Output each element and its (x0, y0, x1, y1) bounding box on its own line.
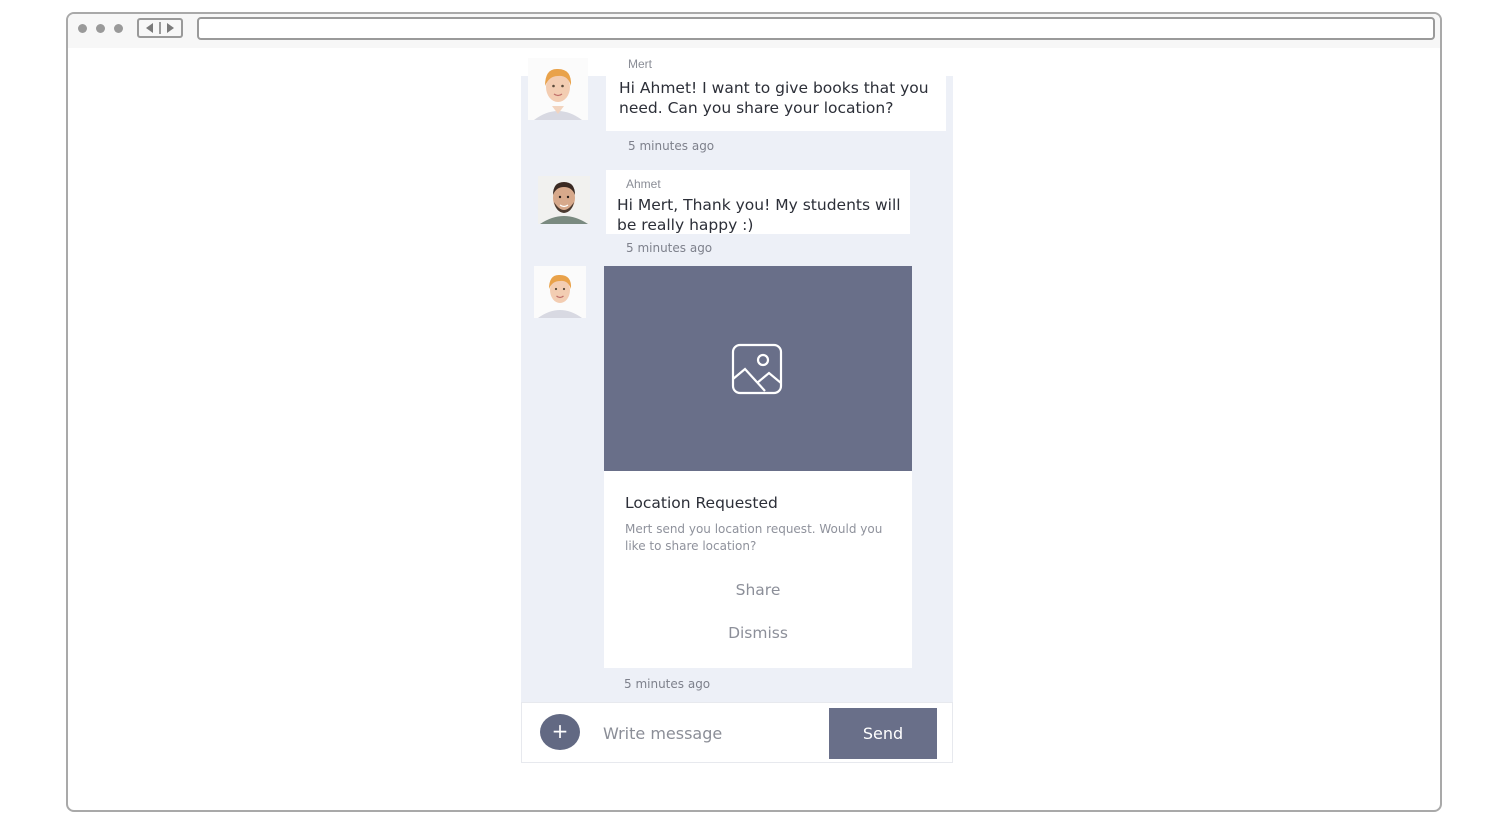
avatar-mert (528, 58, 588, 120)
message-composer: + Send (521, 702, 953, 763)
window-control-dot[interactable] (96, 24, 105, 33)
forward-arrow-icon[interactable] (167, 23, 174, 33)
message-time: 5 minutes ago (626, 241, 713, 255)
person-avatar-icon (538, 176, 590, 224)
window-control-dot[interactable] (78, 24, 87, 33)
card-description: Mert send you location request. Would yo… (625, 522, 883, 553)
message-input[interactable] (595, 708, 827, 758)
browser-nav-buttons (137, 18, 183, 38)
nav-separator (159, 22, 161, 34)
avatar-mert (534, 266, 586, 318)
message-sender: Ahmet (626, 177, 661, 191)
share-button[interactable]: Share (604, 581, 912, 599)
message-bubble: Hi Ahmet! I want to give books that you … (606, 76, 946, 131)
message-bubble: Ahmet Hi Mert, Thank you! My students wi… (606, 170, 910, 234)
add-attachment-button[interactable]: + (540, 714, 580, 750)
card-image (604, 266, 912, 471)
message-sender: Mert (628, 57, 652, 71)
location-request-card: Location Requested Mert send you locatio… (604, 266, 912, 668)
message-text: Hi Ahmet! I want to give books that you … (619, 79, 929, 117)
dismiss-button[interactable]: Dismiss (604, 624, 912, 642)
address-bar[interactable] (197, 17, 1435, 40)
message-time: 5 minutes ago (628, 139, 715, 153)
person-avatar-icon (534, 266, 586, 318)
card-title: Location Requested (625, 494, 778, 512)
message-text: Hi Mert, Thank you! My students will be … (617, 196, 901, 234)
chat-panel: Hi Ahmet! I want to give books that you … (521, 48, 953, 763)
window-control-dot[interactable] (114, 24, 123, 33)
back-arrow-icon[interactable] (146, 23, 153, 33)
browser-titlebar (68, 14, 1440, 48)
image-placeholder-icon (731, 343, 783, 395)
message-time: 5 minutes ago (624, 677, 711, 691)
avatar-ahmet (538, 176, 590, 224)
send-button[interactable]: Send (829, 708, 937, 759)
person-avatar-icon (528, 58, 588, 120)
